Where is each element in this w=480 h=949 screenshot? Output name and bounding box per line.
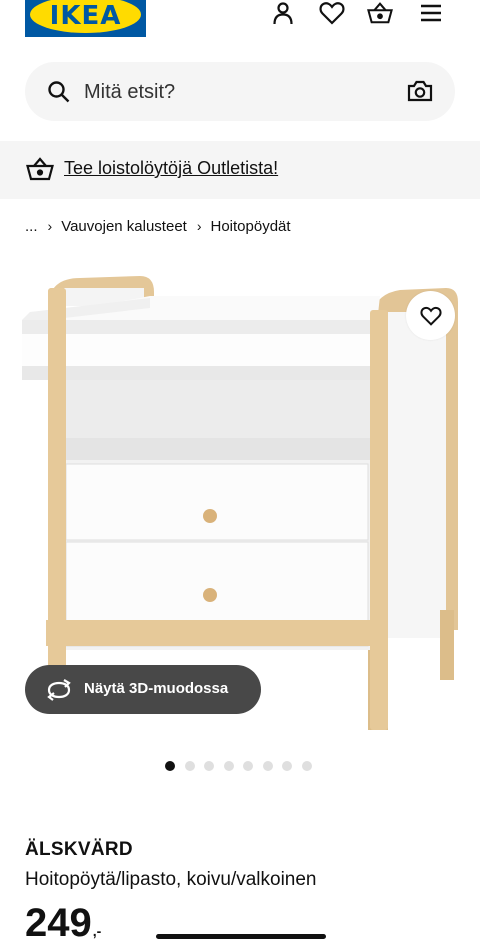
gallery-dot[interactable] <box>282 761 292 771</box>
breadcrumb-item[interactable]: Vauvojen kalusteet <box>61 218 187 235</box>
promo-link[interactable]: Tee loistolöytöjä Outletista! <box>64 158 278 179</box>
search-icon <box>47 80 71 104</box>
rotate-3d-icon <box>45 678 73 702</box>
home-indicator <box>156 934 326 939</box>
chevron-right-icon: › <box>47 218 53 234</box>
breadcrumb: ... › Vauvojen kalusteet › Hoitopöydät <box>25 216 291 236</box>
shopping-basket-icon[interactable] <box>367 0 393 26</box>
search-input[interactable]: Mitä etsit? <box>84 81 175 104</box>
gallery-pagination <box>165 761 321 771</box>
heart-icon[interactable] <box>319 0 345 26</box>
gallery-dot[interactable] <box>262 761 273 771</box>
price-integer: 249 <box>25 901 92 945</box>
product-description: Hoitopöytä/lipasto, koivu/valkoinen <box>25 869 317 890</box>
search-bar[interactable]: Mitä etsit? <box>25 62 455 121</box>
hamburger-menu-icon[interactable] <box>418 0 444 26</box>
gallery-dot[interactable] <box>204 761 214 771</box>
view-3d-label: Näytä 3D-muodossa <box>84 680 229 697</box>
person-icon[interactable] <box>270 0 296 26</box>
chevron-right-icon: › <box>196 218 202 234</box>
heart-icon <box>419 306 442 326</box>
gallery-dot[interactable] <box>184 761 195 771</box>
product-price: 249 ,- <box>25 901 101 949</box>
breadcrumb-ellipsis[interactable]: ... <box>25 218 38 235</box>
camera-icon[interactable] <box>407 79 433 105</box>
add-to-wishlist-button[interactable] <box>406 291 455 340</box>
breadcrumb-item[interactable]: Hoitopöydät <box>211 218 291 235</box>
gallery-dot[interactable] <box>243 761 253 771</box>
gallery-dot[interactable] <box>301 761 312 771</box>
product-name: ÄLSKVÄRD <box>25 839 133 860</box>
logo-oval: IKEA <box>30 0 141 33</box>
gallery-dot[interactable] <box>165 761 175 771</box>
logo-text: IKEA <box>49 0 122 31</box>
shopping-basket-icon <box>26 157 54 183</box>
view-3d-button[interactable]: Näytä 3D-muodossa <box>25 665 261 714</box>
promo-banner[interactable]: Tee loistolöytöjä Outletista! <box>0 141 480 199</box>
price-suffix: ,- <box>92 923 102 939</box>
gallery-dot[interactable] <box>223 761 234 771</box>
top-header: IKEA <box>0 0 480 50</box>
ikea-logo[interactable]: IKEA <box>25 0 146 37</box>
